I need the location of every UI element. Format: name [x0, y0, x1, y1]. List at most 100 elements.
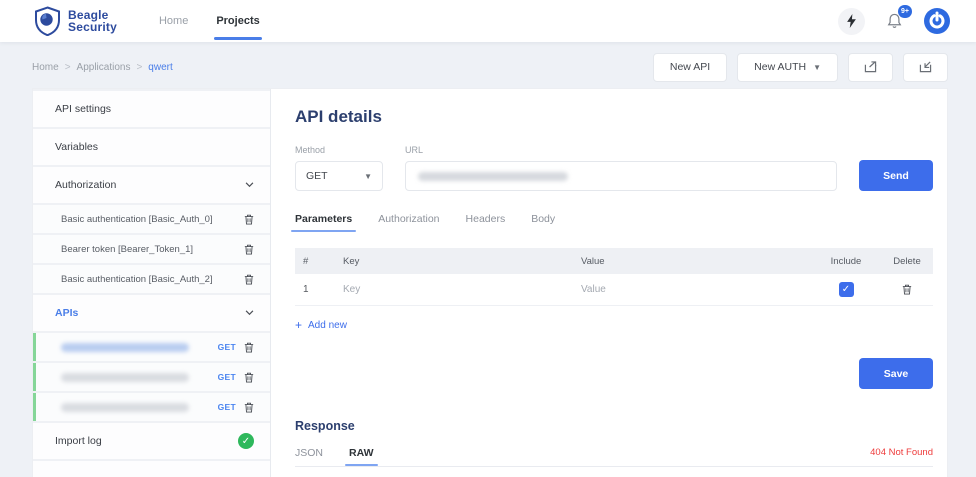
export-icon — [864, 61, 877, 73]
auth-item-label: Basic authentication [Basic_Auth_0] — [61, 214, 213, 225]
sidebar-api-item-1[interactable]: GET — [33, 363, 270, 391]
quick-actions-button[interactable] — [838, 8, 865, 35]
main-panel: API details Method GET ▼ URL Send Parame… — [271, 89, 947, 477]
breadcrumb-applications[interactable]: Applications — [77, 62, 131, 73]
chevron-down-icon: ▼ — [813, 63, 821, 72]
sidebar-api-item-0[interactable]: GET — [33, 333, 270, 361]
breadcrumb-separator: > — [136, 62, 142, 73]
parameters-table: # Key Value Include Delete 1 ✓ — [295, 248, 933, 306]
tab-authorization[interactable]: Authorization — [378, 213, 439, 232]
method-value: GET — [306, 170, 328, 182]
new-api-button[interactable]: New API — [653, 53, 727, 82]
redacted-api-url — [61, 343, 189, 352]
lightning-icon — [846, 14, 857, 28]
nav-projects[interactable]: Projects — [202, 0, 273, 42]
brand-logo[interactable]: Beagle Security — [34, 6, 117, 36]
trash-icon — [244, 244, 254, 255]
url-input[interactable] — [405, 161, 837, 191]
url-field: URL — [405, 145, 837, 191]
notification-badge: 9+ — [898, 5, 912, 18]
breadcrumb-separator: > — [65, 62, 71, 73]
breadcrumb-current[interactable]: qwert — [148, 62, 172, 73]
col-header-include: Include — [811, 256, 881, 267]
add-new-label: Add new — [308, 320, 347, 331]
sidebar-auth-item-2[interactable]: Basic authentication [Basic_Auth_2] — [33, 265, 270, 293]
notifications-button[interactable]: 9+ — [881, 8, 908, 35]
delete-api-button[interactable] — [244, 372, 254, 383]
sidebar-api-item-2[interactable]: GET — [33, 393, 270, 421]
value-input[interactable] — [581, 284, 803, 295]
save-button[interactable]: Save — [859, 358, 933, 389]
logout-button[interactable] — [924, 8, 950, 34]
redacted-url-value — [418, 172, 568, 181]
sidebar-item-label: Variables — [55, 141, 98, 153]
auth-item-label: Basic authentication [Basic_Auth_2] — [61, 274, 213, 285]
tab-parameters[interactable]: Parameters — [295, 213, 352, 232]
api-method-badge: GET — [218, 342, 236, 352]
delete-auth-button[interactable] — [244, 214, 254, 225]
sidebar: API settings Variables Authorization Bas… — [33, 89, 271, 477]
col-header-value: Value — [573, 256, 811, 267]
col-header-key: Key — [335, 256, 573, 267]
method-select[interactable]: GET ▼ — [295, 161, 383, 191]
sidebar-auth-item-0[interactable]: Basic authentication [Basic_Auth_0] — [33, 205, 270, 233]
delete-api-button[interactable] — [244, 402, 254, 413]
trash-icon — [244, 372, 254, 383]
table-header-row: # Key Value Include Delete — [295, 248, 933, 274]
tab-headers[interactable]: Headers — [466, 213, 506, 232]
chevron-down-icon — [245, 182, 254, 188]
tab-raw[interactable]: RAW — [349, 447, 374, 466]
sidebar-auth-item-1[interactable]: Bearer token [Bearer_Token_1] — [33, 235, 270, 263]
delete-auth-button[interactable] — [244, 244, 254, 255]
import-button[interactable] — [903, 53, 948, 82]
redacted-api-url — [61, 403, 189, 412]
url-label: URL — [405, 145, 837, 155]
table-row: 1 ✓ — [295, 274, 933, 306]
response-tabs: JSON RAW 404 Not Found — [295, 447, 933, 467]
include-checkbox[interactable]: ✓ — [839, 282, 854, 297]
new-api-label: New API — [670, 61, 710, 73]
sidebar-item-import-log[interactable]: Import log ✓ — [33, 423, 270, 459]
toolbar: New API New AUTH ▼ — [653, 53, 948, 82]
sidebar-item-authorization[interactable]: Authorization — [33, 167, 270, 203]
send-button[interactable]: Send — [859, 160, 933, 191]
delete-row-button[interactable] — [902, 284, 912, 295]
export-button[interactable] — [848, 53, 893, 82]
tab-json[interactable]: JSON — [295, 447, 323, 466]
trash-icon — [244, 214, 254, 225]
import-icon — [919, 61, 932, 73]
tab-body[interactable]: Body — [531, 213, 555, 232]
sidebar-item-empty — [33, 461, 270, 477]
method-label: Method — [295, 145, 383, 155]
api-method-badge: GET — [218, 372, 236, 382]
breadcrumb: Home > Applications > qwert — [32, 62, 173, 73]
sidebar-item-variables[interactable]: Variables — [33, 129, 270, 165]
api-method-badge: GET — [218, 402, 236, 412]
brand-name: Beagle Security — [68, 9, 117, 33]
nav-home[interactable]: Home — [145, 0, 202, 42]
content-card: API settings Variables Authorization Bas… — [32, 88, 948, 477]
new-auth-button[interactable]: New AUTH ▼ — [737, 53, 838, 82]
response-status: 404 Not Found — [870, 447, 933, 466]
power-icon — [924, 8, 950, 34]
trash-icon — [244, 274, 254, 285]
trash-icon — [244, 342, 254, 353]
plus-icon: + — [295, 318, 302, 332]
key-input[interactable] — [343, 284, 565, 295]
delete-api-button[interactable] — [244, 342, 254, 353]
breadcrumb-home[interactable]: Home — [32, 62, 59, 73]
sidebar-item-apis[interactable]: APIs — [33, 295, 270, 331]
page-title: API details — [295, 107, 933, 127]
success-check-icon: ✓ — [238, 433, 254, 449]
add-new-button[interactable]: + Add new — [295, 318, 347, 332]
sidebar-item-label: Authorization — [55, 179, 116, 191]
trash-icon — [244, 402, 254, 413]
delete-auth-button[interactable] — [244, 274, 254, 285]
beagle-shield-icon — [34, 6, 61, 36]
app-header: Beagle Security Home Projects 9+ — [0, 0, 976, 42]
sidebar-item-api-settings[interactable]: API settings — [33, 91, 270, 127]
sidebar-item-label: Import log — [55, 435, 102, 447]
chevron-down-icon — [245, 310, 254, 316]
sidebar-item-label: API settings — [55, 103, 111, 115]
sidebar-item-label: APIs — [55, 307, 78, 319]
